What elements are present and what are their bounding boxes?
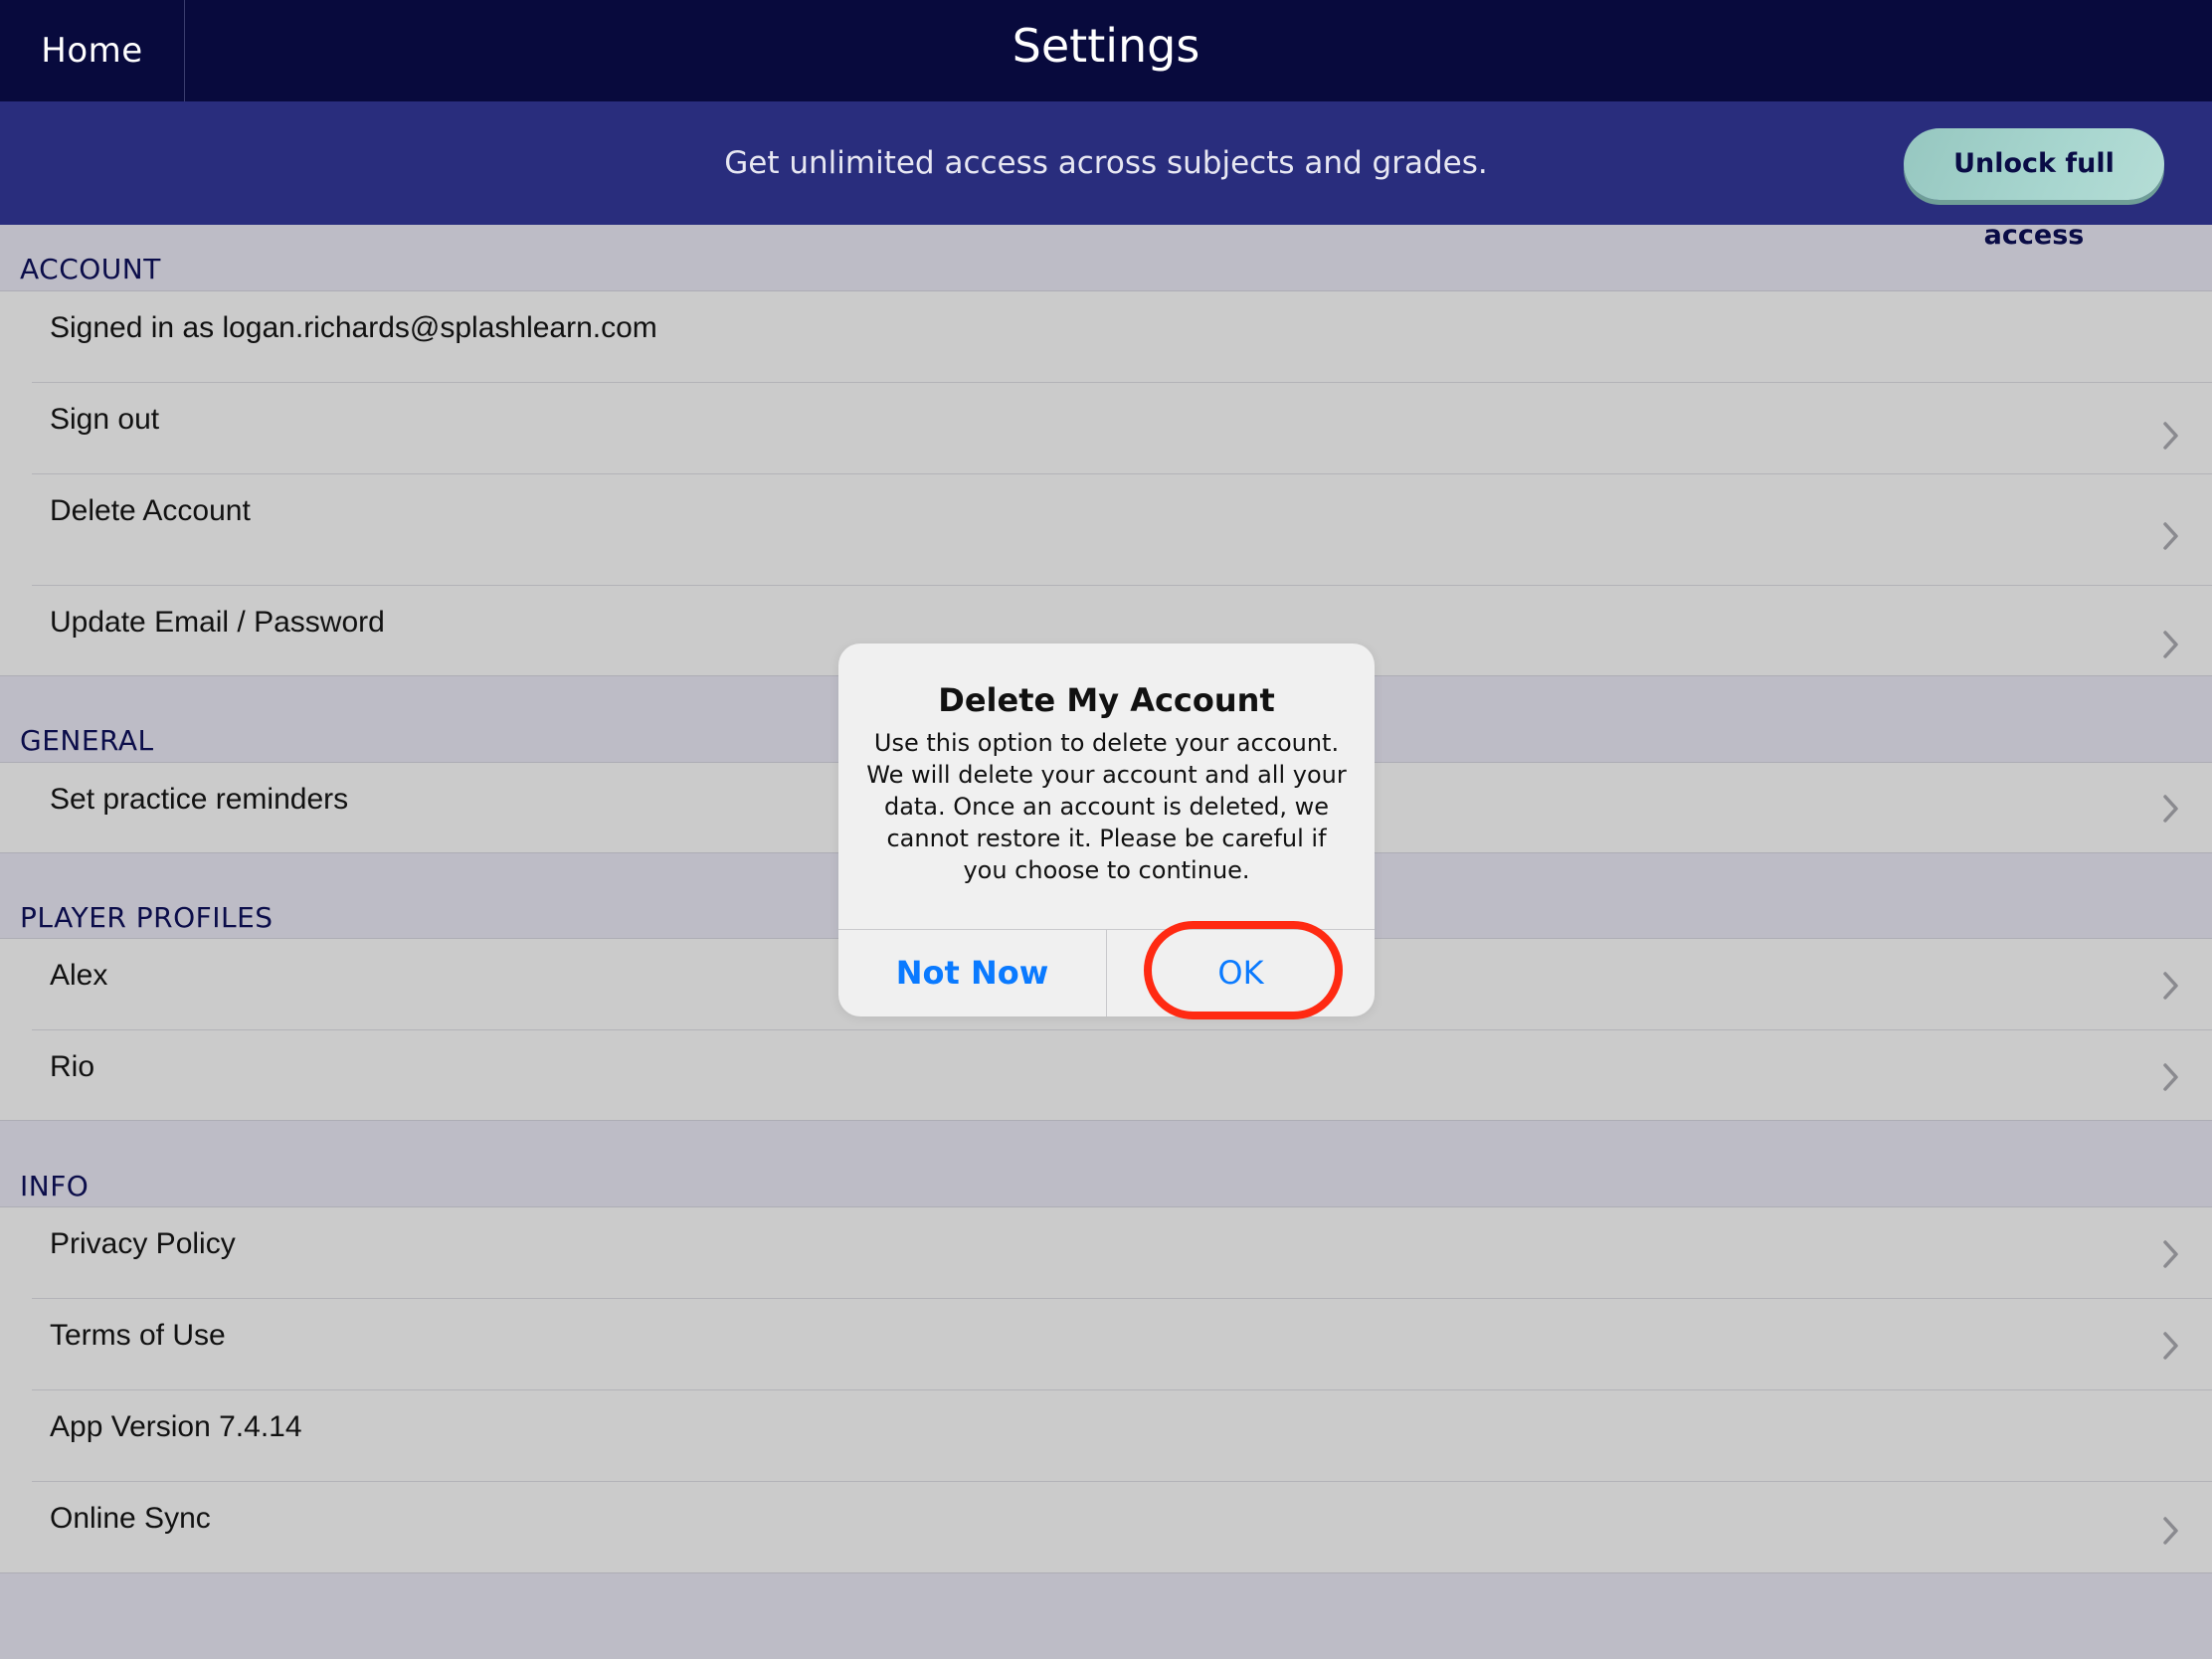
alert-title: Delete My Account xyxy=(938,681,1275,719)
privacy-policy-label: Privacy Policy xyxy=(50,1227,236,1260)
privacy-policy-row[interactable]: Privacy Policy xyxy=(0,1207,2212,1299)
section-header-general: GENERAL xyxy=(20,724,154,757)
alert-message: Use this option to delete your account. … xyxy=(866,729,1347,884)
online-sync-row[interactable]: Online Sync xyxy=(0,1482,2212,1574)
app-version-label: App Version 7.4.14 xyxy=(50,1410,302,1443)
delete-account-label: Delete Account xyxy=(50,494,251,527)
ok-button[interactable]: OK xyxy=(1107,930,1375,1016)
section-header-info: INFO xyxy=(20,1170,90,1202)
signed-in-row: Signed in as logan.richards@splashlearn.… xyxy=(0,291,2212,383)
info-group: Privacy Policy Terms of Use App Version … xyxy=(0,1206,2212,1573)
not-now-button[interactable]: Not Now xyxy=(838,930,1106,1016)
chevron-right-icon xyxy=(2160,1331,2182,1361)
set-practice-reminders-label: Set practice reminders xyxy=(50,783,349,816)
profile-row-rio[interactable]: Rio xyxy=(0,1030,2212,1122)
delete-account-alert: Delete My Account Use this option to del… xyxy=(838,644,1375,1016)
terms-of-use-label: Terms of Use xyxy=(50,1319,226,1352)
chevron-right-icon xyxy=(2160,1062,2182,1092)
top-navigation-bar: Home Settings xyxy=(0,0,2212,101)
chevron-right-icon xyxy=(2160,421,2182,451)
page-title: Settings xyxy=(1012,19,1200,73)
delete-account-row[interactable]: Delete Account xyxy=(0,474,2212,586)
account-group: Signed in as logan.richards@splashlearn.… xyxy=(0,290,2212,676)
terms-of-use-row[interactable]: Terms of Use xyxy=(0,1299,2212,1390)
unlock-full-access-button[interactable]: Unlock full access xyxy=(1904,128,2164,251)
sign-out-row[interactable]: Sign out xyxy=(0,383,2212,474)
chevron-right-icon xyxy=(2160,971,2182,1001)
home-button[interactable]: Home xyxy=(0,0,185,101)
sign-out-label: Sign out xyxy=(50,403,160,436)
promo-banner: Get unlimited access across subjects and… xyxy=(0,101,2212,251)
app-version-row: App Version 7.4.14 xyxy=(0,1390,2212,1482)
online-sync-label: Online Sync xyxy=(50,1502,211,1535)
chevron-right-icon xyxy=(2160,521,2182,551)
chevron-right-icon xyxy=(2160,1239,2182,1269)
promo-text: Get unlimited access across subjects and… xyxy=(724,145,1488,181)
chevron-right-icon xyxy=(2160,630,2182,659)
chevron-right-icon xyxy=(2160,1516,2182,1546)
signed-in-label: Signed in as logan.richards@splashlearn.… xyxy=(50,311,657,344)
chevron-right-icon xyxy=(2160,794,2182,824)
section-header-account: ACCOUNT xyxy=(20,253,161,285)
profile-name: Alex xyxy=(50,959,108,992)
update-email-password-label: Update Email / Password xyxy=(50,606,385,639)
section-header-player-profiles: PLAYER PROFILES xyxy=(20,901,274,934)
profile-name: Rio xyxy=(50,1050,95,1083)
